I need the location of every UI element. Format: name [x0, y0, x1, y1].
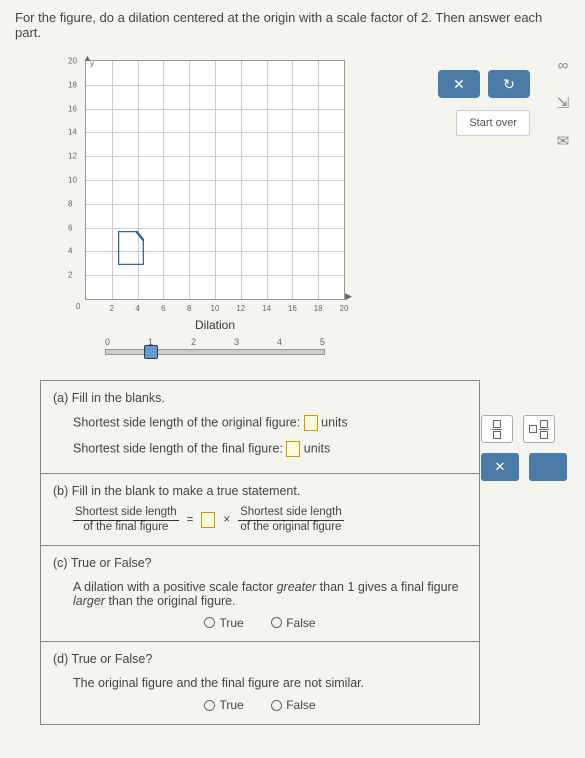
x-tick: 10 [211, 304, 220, 313]
radio-c-false[interactable]: False [271, 616, 315, 630]
next-tool[interactable] [529, 453, 567, 481]
question-d: (d) True or False? The original figure a… [41, 642, 479, 724]
start-over-button[interactable]: Start over [456, 110, 530, 136]
y-tick: 2 [68, 271, 72, 280]
radio-icon [271, 700, 282, 711]
radio-c-true[interactable]: True [204, 616, 243, 630]
graph-area: ▲ ▶ y 0 20 18 16 14 12 10 8 6 4 2 2 4 6 … [85, 60, 570, 355]
slider-tick: 2 [191, 337, 196, 347]
c-text-3: than the original figure. [105, 594, 236, 608]
radio-c-true-label: True [219, 616, 243, 630]
y-tick: 12 [68, 152, 77, 161]
b-left-top: Shortest side length [73, 506, 179, 521]
mixed-fraction-tool[interactable] [523, 415, 555, 443]
y-tick: 20 [68, 57, 77, 66]
instruction-text: For the figure, do a dilation centered a… [15, 10, 570, 40]
origin-label: 0 [76, 302, 80, 311]
blank-input-a2[interactable] [286, 441, 300, 457]
y-tick: 4 [68, 247, 72, 256]
times-sign: × [223, 514, 230, 526]
y-tick: 16 [68, 104, 77, 113]
close-button[interactable]: ✕ [438, 70, 480, 98]
y-tick: 10 [68, 176, 77, 185]
x-tick: 6 [161, 304, 165, 313]
radio-d-true-label: True [219, 698, 243, 712]
x-tick: 20 [340, 304, 349, 313]
dilation-label: Dilation [85, 318, 345, 332]
d-text: The original figure and the final figure… [73, 676, 467, 690]
y-tick: 6 [68, 223, 72, 232]
q-a-line2-post: units [300, 441, 330, 455]
equals-sign: = [187, 514, 194, 526]
question-a-label: (a) Fill in the blanks. [53, 391, 467, 405]
blank-input-a1[interactable] [304, 415, 318, 431]
x-tick: 18 [314, 304, 323, 313]
x-axis-arrow: ▶ [345, 291, 352, 302]
b-right-top: Shortest side length [238, 506, 344, 521]
question-c: (c) True or False? A dilation with a pos… [41, 546, 479, 643]
b-left-bot: of the final figure [73, 521, 179, 535]
radio-c-false-label: False [286, 616, 315, 630]
x-tick: 12 [236, 304, 245, 313]
question-c-label: (c) True or False? [53, 556, 467, 570]
x-tick: 8 [187, 304, 191, 313]
x-tick: 16 [288, 304, 297, 313]
slider-tick: 0 [105, 337, 110, 347]
q-a-line2-pre: Shortest side length of the final figure… [73, 441, 286, 455]
c-em-1: greater [277, 580, 317, 594]
b-right-bot: of the original figure [238, 521, 344, 535]
x-tick: 14 [262, 304, 271, 313]
y-tick: 8 [68, 199, 72, 208]
slider-thumb[interactable] [144, 345, 158, 359]
c-em-2: larger [73, 594, 105, 608]
y-axis-label: y [90, 59, 94, 68]
radio-icon [204, 617, 215, 628]
question-b: (b) Fill in the blank to make a true sta… [41, 474, 479, 546]
export-icon[interactable]: ⇲ [553, 93, 573, 113]
y-tick: 14 [68, 128, 77, 137]
x-tick: 2 [110, 304, 114, 313]
c-text-1: A dilation with a positive scale factor [73, 580, 277, 594]
question-b-label: (b) Fill in the blank to make a true sta… [53, 484, 467, 498]
slider-tick: 3 [234, 337, 239, 347]
dilation-slider[interactable]: 0 1 2 3 4 5 [105, 337, 325, 355]
infinity-icon[interactable]: ∞ [553, 55, 573, 75]
radio-d-true[interactable]: True [204, 698, 243, 712]
c-text-2: than 1 gives a final figure [316, 580, 458, 594]
x-tick: 4 [135, 304, 139, 313]
coordinate-grid[interactable]: ▲ ▶ y 0 20 18 16 14 12 10 8 6 4 2 2 4 6 … [85, 60, 345, 300]
fraction-tool[interactable] [481, 415, 513, 443]
radio-icon [271, 617, 282, 628]
slider-tick: 4 [277, 337, 282, 347]
radio-d-false-label: False [286, 698, 315, 712]
answer-tools: ✕ [481, 415, 567, 481]
y-tick: 18 [68, 80, 77, 89]
question-d-label: (d) True or False? [53, 652, 467, 666]
mail-icon[interactable]: ✉ [553, 131, 573, 151]
original-figure[interactable] [118, 231, 144, 265]
blank-input-b[interactable] [201, 512, 215, 528]
undo-button[interactable]: ↻ [488, 70, 530, 98]
radio-icon [204, 700, 215, 711]
q-a-line1-pre: Shortest side length of the original fig… [73, 415, 304, 429]
radio-d-false[interactable]: False [271, 698, 315, 712]
question-a: (a) Fill in the blanks. Shortest side le… [41, 381, 479, 474]
slider-tick: 5 [320, 337, 325, 347]
q-a-line1-post: units [318, 415, 348, 429]
questions-panel: (a) Fill in the blanks. Shortest side le… [40, 380, 480, 725]
clear-tool[interactable]: ✕ [481, 453, 519, 481]
